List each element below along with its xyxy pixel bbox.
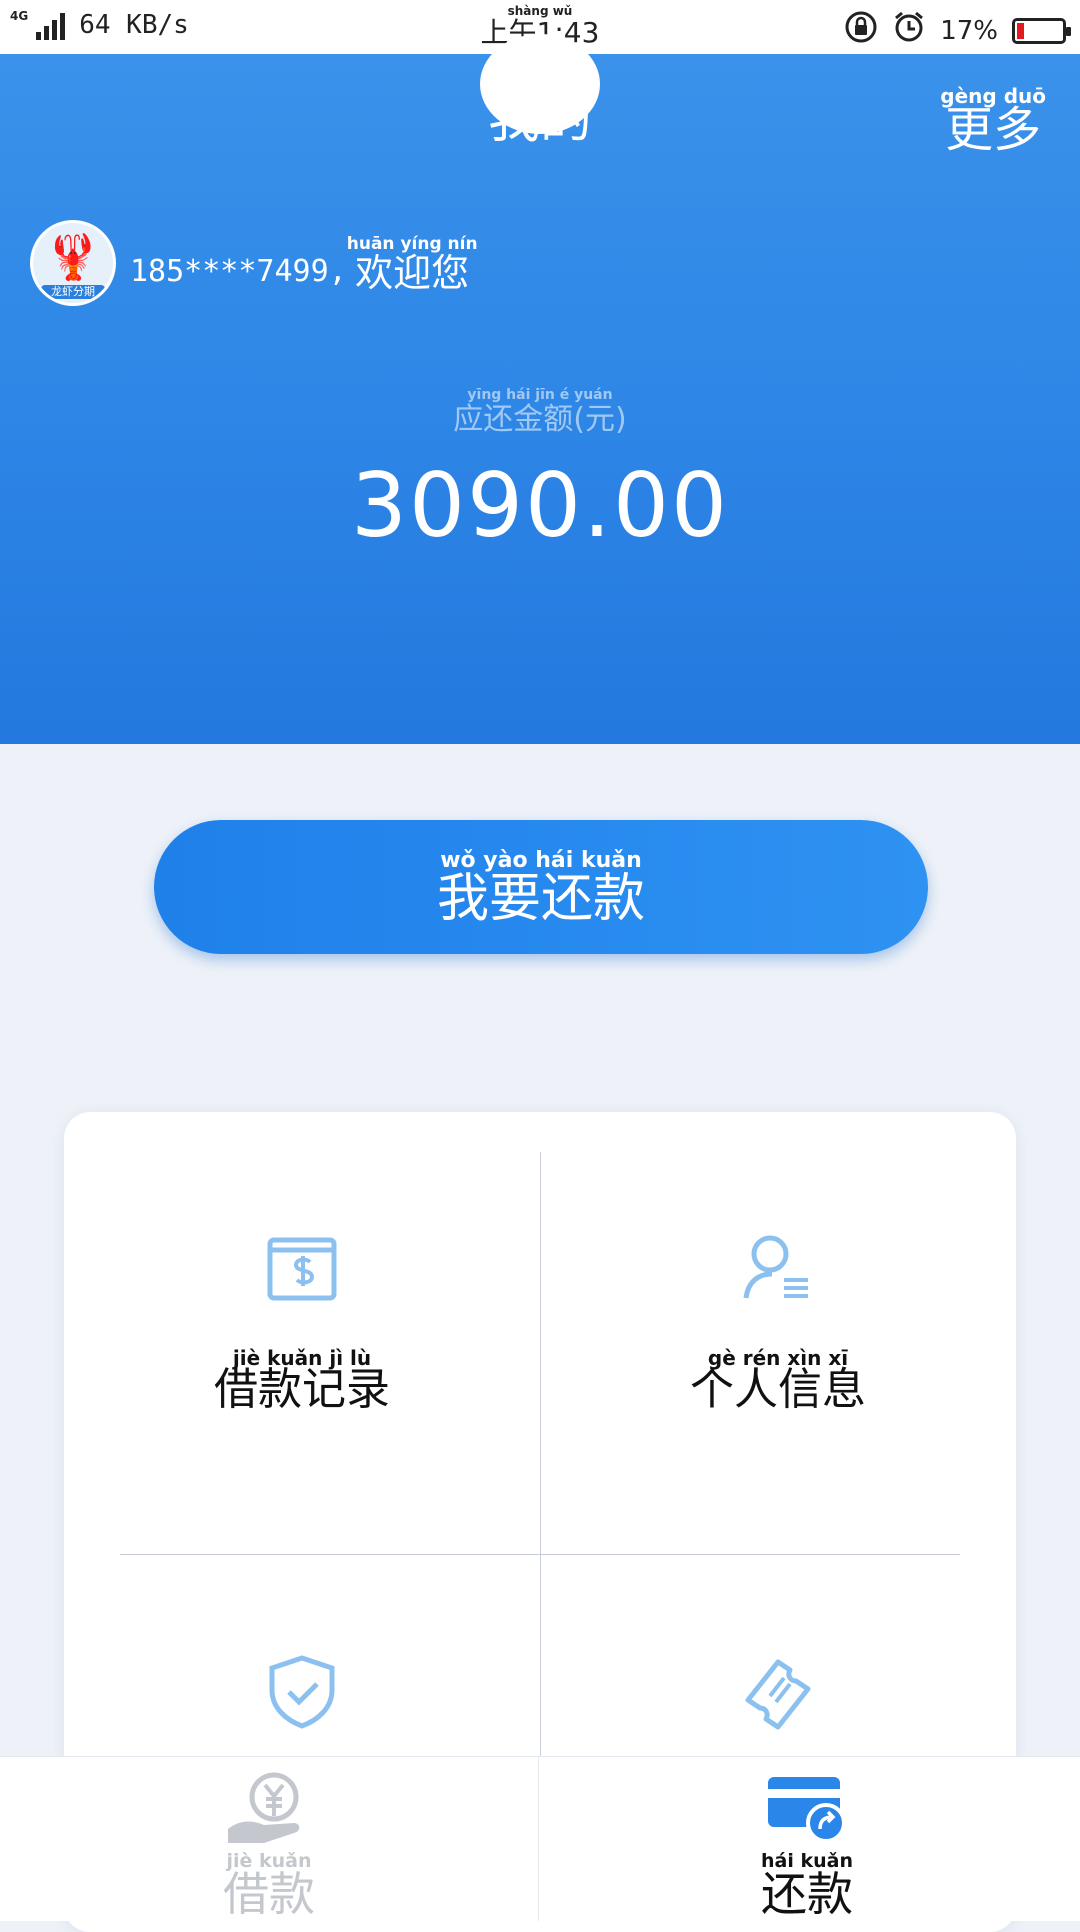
alarm-icon: [892, 10, 926, 51]
more-button[interactable]: gèng duō 更多: [940, 86, 1046, 154]
repay-button[interactable]: wǒ yào hái kuǎn 我要还款: [154, 820, 928, 954]
profile-header: 我的 gèng duō 更多 🦞 龙虾分期 185****7499, huān …: [0, 34, 1080, 744]
user-info-icon: [738, 1228, 818, 1308]
grid-item-coupons[interactable]: [540, 1652, 1016, 1732]
tab-repay[interactable]: hái kuǎn 还款: [538, 1767, 1076, 1917]
rotation-lock-icon: [844, 10, 878, 51]
amount-due-label: yīng hái jīn é yuán 应还金额(元): [0, 384, 1080, 435]
welcome-text: 185****7499, huān yíng nín 欢迎您: [130, 234, 478, 292]
amount-due-value: 3090.00: [351, 454, 729, 557]
grid-item-personal-info[interactable]: gè rén xìn xī 个人信息: [540, 1228, 1016, 1412]
bottom-nav: jiè kuǎn 借款 hái kuǎn 还款: [0, 1756, 1080, 1921]
battery-level: [1017, 22, 1024, 39]
masked-phone: 185****7499,: [130, 254, 347, 289]
amount-due-text: 应还金额(元): [453, 402, 627, 437]
yen-hand-icon: [224, 1767, 314, 1851]
shield-check-icon: [262, 1652, 342, 1732]
user-row: 🦞 龙虾分期 185****7499, huān yíng nín 欢迎您: [30, 220, 478, 306]
tab-repay-label: 还款: [761, 1867, 853, 1921]
more-label: 更多: [945, 102, 1042, 158]
welcome-label: 欢迎您: [355, 251, 470, 295]
tab-loan-label: 借款: [223, 1867, 315, 1921]
status-right: 17%: [844, 10, 1071, 51]
tab-loan[interactable]: jiè kuǎn 借款: [0, 1767, 538, 1917]
avatar-brand-label: 龙虾分期: [41, 285, 105, 299]
page-title: 我的: [487, 90, 592, 150]
battery-percent: 17%: [940, 15, 998, 46]
avatar[interactable]: 🦞 龙虾分期: [30, 220, 116, 306]
grid-item-loan-records[interactable]: jiè kuǎn jì lù 借款记录: [64, 1228, 540, 1412]
grid-item-security[interactable]: [64, 1652, 540, 1732]
repay-button-label: 我要还款: [436, 869, 645, 929]
wallet-dollar-icon: [262, 1228, 342, 1308]
card-repay-icon: [762, 1767, 852, 1851]
grid-item-label: 个人信息: [690, 1364, 866, 1415]
battery-icon: [1012, 17, 1071, 44]
grid-item-label: 借款记录: [214, 1364, 390, 1415]
coupon-ticket-icon: [738, 1652, 818, 1732]
lobster-logo-icon: 🦞: [45, 232, 101, 283]
grid-divider-horizontal: [120, 1554, 960, 1555]
